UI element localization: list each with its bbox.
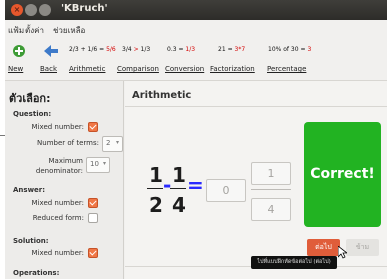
- factorization-button[interactable]: 21 = 3*7 Factorization: [210, 40, 264, 78]
- toolbar: New Back 2/3 + 1/6 = 5/6 Arithmetic 3/4 …: [5, 38, 387, 81]
- conversion-example: 0.3 = 1/3: [167, 46, 195, 53]
- term2-numerator: 1: [172, 163, 186, 187]
- exercise-title: Arithmetic: [132, 90, 192, 101]
- next-button[interactable]: ต่อไป: [307, 239, 340, 256]
- comparison-example-a: 3/4: [122, 46, 132, 53]
- reduced-form-label: Reduced form:: [32, 214, 84, 222]
- max-denominator-label-2: denominator:: [35, 167, 83, 175]
- factorization-label: Factorization: [210, 65, 255, 73]
- skip-button[interactable]: ข้าม: [346, 239, 379, 256]
- title-divider: [125, 106, 387, 107]
- answer-denominator-input[interactable]: 4: [251, 198, 291, 221]
- answer-heading: Answer:: [13, 186, 46, 194]
- solution-mixed-number-label: Mixed number:: [31, 249, 84, 257]
- percentage-example-right: 3: [307, 46, 312, 53]
- sidebar-title: ตัวเลือก:: [9, 92, 51, 105]
- back-arrow-icon: [44, 45, 58, 57]
- max-denominator-spinbox[interactable]: 10 ▾: [86, 157, 110, 173]
- arithmetic-example-a: 2/3: [69, 46, 79, 53]
- percentage-example-eq: =: [300, 46, 306, 53]
- reduced-form-checkbox[interactable]: [88, 213, 98, 223]
- new-task-icon: [13, 45, 25, 57]
- menu-file[interactable]: แฟ้ม: [8, 24, 24, 37]
- question-mixed-number-label: Mixed number:: [31, 123, 84, 131]
- mouse-cursor-icon: [338, 246, 347, 259]
- exercise-area: Arithmetic 1 2 - 1 4 = 0 1 4 Correct! ต่…: [125, 81, 387, 279]
- new-button[interactable]: New: [8, 40, 32, 78]
- conversion-button[interactable]: 0.3 = 1/3 Conversion: [165, 40, 209, 78]
- solution-mixed-number-checkbox[interactable]: [88, 248, 98, 258]
- term1-numerator: 1: [149, 163, 163, 187]
- options-sidebar: ตัวเลือก: Question: Mixed number: Number…: [5, 81, 124, 279]
- back-button[interactable]: Back: [39, 40, 63, 78]
- equals-sign: =: [187, 173, 204, 197]
- title-bar: × 'KBruch': [5, 0, 387, 20]
- comparison-button[interactable]: 3/4 > 1/3 Comparison: [117, 40, 163, 78]
- arithmetic-example-op: +: [80, 46, 86, 53]
- arithmetic-example-result: 5/6: [106, 46, 116, 53]
- percentage-button[interactable]: 10% of 30 = 3 Percentage: [267, 40, 319, 78]
- menu-help[interactable]: ช่วยเหลือ: [53, 24, 85, 37]
- spin-arrow-icon: ▾: [102, 160, 106, 167]
- next-button-tooltip: ไปที่แบบฝึกหัดข้อต่อไป (ต่อไป): [251, 256, 337, 269]
- operations-heading: Operations:: [13, 269, 60, 277]
- question-heading: Question:: [13, 110, 52, 118]
- app-window: × 'KBruch' แฟ้ม ตั้งค่า ช่วยเหลือ New Ba…: [5, 0, 387, 279]
- back-label: Back: [40, 65, 57, 73]
- question-mixed-number-checkbox[interactable]: [88, 122, 98, 132]
- number-of-terms-value: 2: [106, 139, 111, 147]
- answer-numerator-input[interactable]: 1: [251, 162, 291, 185]
- comparison-label: Comparison: [117, 65, 159, 73]
- max-denominator-value: 10: [90, 160, 99, 168]
- factorization-example-eq: =: [227, 46, 233, 53]
- arithmetic-example-b: 1/6: [87, 46, 98, 53]
- spin-arrow-icon: ▾: [115, 139, 119, 146]
- term2-fraction-bar: [170, 188, 186, 189]
- operator: -: [163, 173, 172, 197]
- term2-denominator: 4: [172, 193, 186, 217]
- number-of-terms-label: Number of terms:: [37, 139, 99, 147]
- conversion-example-eq: =: [178, 46, 184, 53]
- conversion-label: Conversion: [165, 65, 205, 73]
- close-window-icon[interactable]: ×: [11, 4, 23, 16]
- answer-whole-input[interactable]: 0: [206, 179, 246, 202]
- conversion-example-left: 0.3: [167, 46, 177, 53]
- number-of-terms-spinbox[interactable]: 2 ▾: [102, 136, 123, 152]
- menu-bar: แฟ้ม ตั้งค่า ช่วยเหลือ: [5, 20, 387, 38]
- comparison-example: 3/4 > 1/3: [122, 46, 150, 53]
- maximize-window-icon[interactable]: [39, 4, 51, 16]
- arithmetic-label: Arithmetic: [69, 65, 106, 73]
- answer-mixed-number-label: Mixed number:: [31, 199, 84, 207]
- result-panel: Correct!: [304, 122, 381, 227]
- minimize-window-icon[interactable]: [25, 4, 37, 16]
- solution-heading: Solution:: [13, 237, 49, 245]
- factorization-example: 21 = 3*7: [218, 46, 245, 53]
- term1-denominator: 2: [149, 193, 163, 217]
- menu-settings[interactable]: ตั้งค่า: [25, 24, 44, 37]
- window-title: 'KBruch': [61, 3, 108, 14]
- arithmetic-example: 2/3 + 1/6 = 5/6: [69, 46, 116, 53]
- comparison-example-b: 1/3: [140, 46, 151, 53]
- answer-mixed-number-checkbox[interactable]: [88, 198, 98, 208]
- answer-fraction-bar: [251, 189, 291, 190]
- percentage-example-left: 10% of 30: [268, 46, 299, 53]
- comparison-example-op: >: [133, 46, 139, 53]
- max-denominator-label-1: Maximum: [48, 157, 84, 165]
- arithmetic-example-eq: =: [99, 46, 105, 53]
- factorization-example-left: 21: [218, 46, 226, 53]
- new-label: New: [8, 65, 24, 73]
- factorization-example-right: 3*7: [234, 46, 246, 53]
- conversion-example-right: 1/3: [185, 46, 196, 53]
- arithmetic-button[interactable]: 2/3 + 1/6 = 5/6 Arithmetic: [67, 40, 117, 78]
- percentage-example: 10% of 30 = 3: [268, 46, 311, 53]
- percentage-label: Percentage: [267, 65, 307, 73]
- term1-fraction-bar: [147, 188, 163, 189]
